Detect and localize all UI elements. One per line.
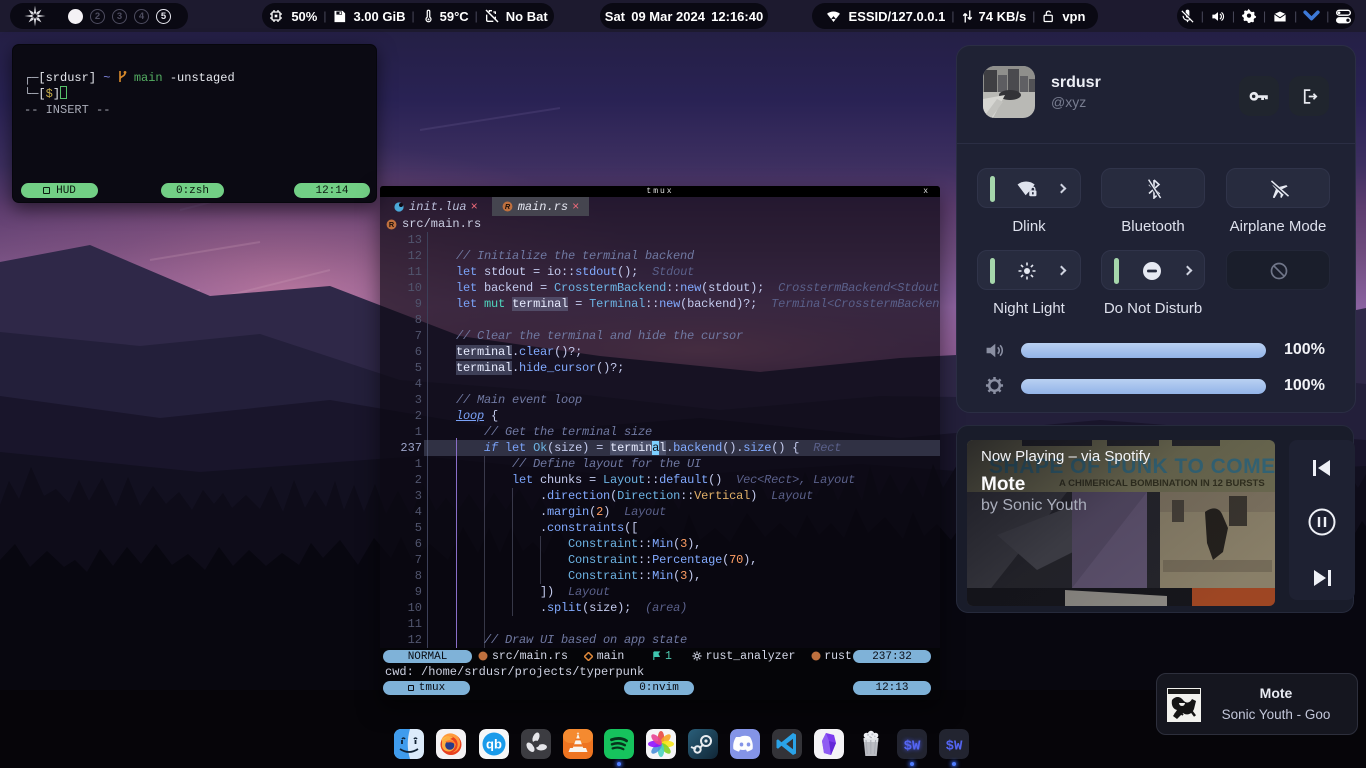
svg-text:$W: $W: [946, 739, 963, 755]
svg-text:R: R: [389, 220, 395, 229]
svg-text:$W: $W: [904, 739, 921, 755]
svg-text:qb: qb: [486, 737, 502, 752]
svg-text:R: R: [505, 202, 511, 211]
